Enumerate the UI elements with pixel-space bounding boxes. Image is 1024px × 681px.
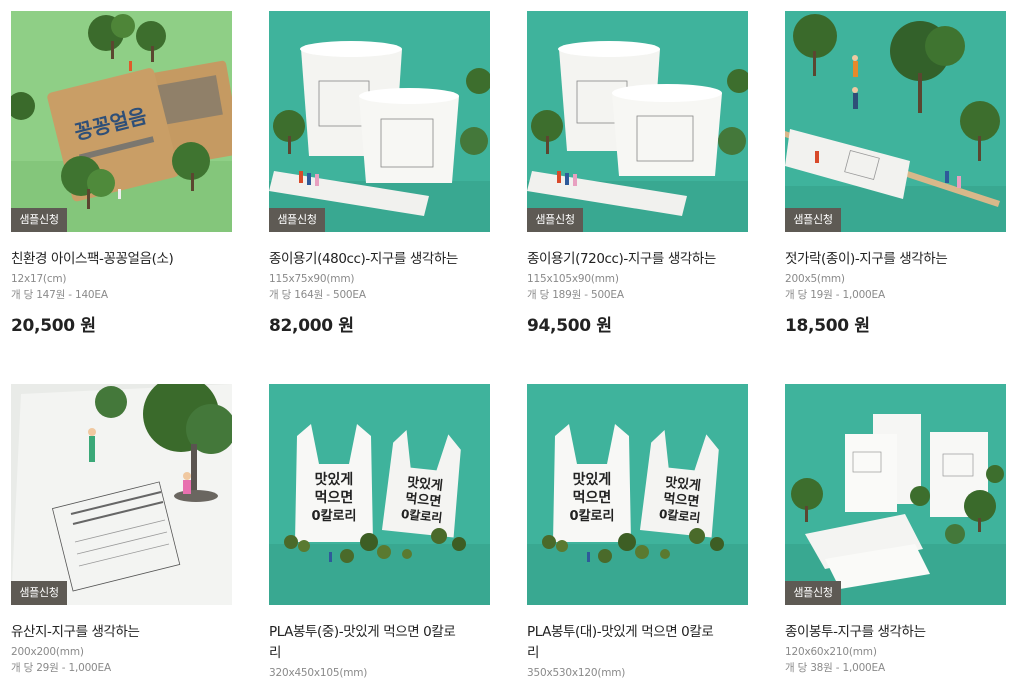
product-size: 115x75x90(mm)	[269, 273, 355, 285]
product-name[interactable]: 유산지-지구를 생각하는	[11, 622, 232, 643]
product-name[interactable]: 젓가락(종이)-지구를 생각하는	[785, 249, 1006, 270]
product-unit-price: 개 당 38원 - 1,000EA	[785, 662, 885, 674]
bag-text-line: 맛있게	[315, 471, 354, 488]
bag-text-line: 맛있게	[573, 471, 612, 488]
product-name[interactable]: 종이용기(720cc)-지구를 생각하는	[527, 249, 748, 270]
product-image[interactable]: 샘플신청	[785, 384, 1006, 605]
product-unit-price: 개 당 164원 - 500EA	[269, 289, 366, 301]
product-name[interactable]: 종이용기(480cc)-지구를 생각하는	[269, 249, 490, 270]
product-size: 12x17(cm)	[11, 273, 67, 285]
sample-request-badge[interactable]: 샘플신청	[11, 581, 67, 605]
product-size: 120x60x210(mm)	[785, 646, 877, 658]
product-name-line: PLA봉투(대)-맛있게 먹으면 0칼로	[527, 624, 714, 640]
product-unit-price: 개 당 19원 - 1,000EA	[785, 289, 885, 301]
bag-text-line: 먹으면	[315, 489, 354, 506]
product-unit-price: 개 당 189원 - 500EA	[527, 289, 624, 301]
product-card[interactable]: 종이용기(480cc)-지구를 생각하는 115x75x90(mm) 개 당 1…	[269, 11, 490, 336]
product-price: 18,500 원	[785, 316, 870, 336]
product-card[interactable]: 맛있게 먹으면 0칼로리 맛있게 먹으면 0칼로리 PLA봉투(중)-맛있게 먹…	[269, 384, 490, 681]
product-price: 82,000 원	[269, 316, 354, 336]
product-card[interactable]: 맛있게 먹으면 0칼로리 맛있게 먹으면 0칼로리 PLA봉투(대)-맛있게 먹…	[527, 384, 748, 681]
sample-request-badge[interactable]: 샘플신청	[785, 581, 841, 605]
sample-request-badge[interactable]: 샘플신청	[785, 208, 841, 232]
bag-text-line: 먹으면	[573, 489, 612, 506]
product-price: 94,500 원	[527, 316, 612, 336]
product-image[interactable]	[527, 11, 748, 232]
product-image[interactable]: 꽁꽁얼음 샘플신청	[11, 11, 232, 232]
product-card[interactable]: 꽁꽁얼음 샘플신청 친환경 아이스팩-꽁꽁얼음(소) 12x17(cm) 개 당…	[11, 11, 232, 336]
bag-text-line: 0칼로리	[312, 508, 357, 524]
product-name-line: PLA봉투(중)-맛있게 먹으면 0칼로	[269, 624, 456, 640]
product-name-line: 리	[269, 645, 282, 661]
product-price: 20,500 원	[11, 316, 96, 336]
product-size: 115x105x90(mm)	[527, 273, 619, 285]
product-name[interactable]: PLA봉투(대)-맛있게 먹으면 0칼로 리	[527, 622, 748, 664]
product-name[interactable]: 친환경 아이스팩-꽁꽁얼음(소)	[11, 249, 232, 270]
product-name[interactable]: 종이봉투-지구를 생각하는	[785, 622, 1006, 643]
product-name-line: 리	[527, 645, 540, 661]
product-image[interactable]: 맛있게 먹으면 0칼로리 맛있게 먹으면 0칼로리	[527, 384, 748, 605]
product-card[interactable]: 샘플신청 유산지-지구를 생각하는 200x200(mm) 개 당 29원 - …	[11, 384, 232, 676]
product-size: 200x5(mm)	[785, 273, 845, 285]
bag-text-line: 0칼로리	[570, 508, 615, 524]
product-image[interactable]	[269, 11, 490, 232]
sample-request-badge[interactable]: 샘플신청	[11, 208, 67, 232]
product-card[interactable]: 종이용기(720cc)-지구를 생각하는 115x105x90(mm) 개 당 …	[527, 11, 748, 336]
product-size: 320x450x105(mm)	[269, 667, 368, 679]
product-card[interactable]: 샘플신청 종이봉투-지구를 생각하는 120x60x210(mm) 개 당 38…	[785, 384, 1006, 676]
product-image[interactable]: 맛있게 먹으면 0칼로리 맛있게 먹으면 0칼로리	[269, 384, 490, 605]
product-image[interactable]: 샘플신청	[11, 384, 232, 605]
product-card[interactable]: 샘플신청 젓가락(종이)-지구를 생각하는 200x5(mm) 개 당 19원 …	[785, 11, 1006, 336]
product-image[interactable]: 샘플신청	[785, 11, 1006, 232]
product-size: 200x200(mm)	[11, 646, 84, 658]
sample-request-badge[interactable]: 샘플신청	[527, 208, 583, 232]
product-size: 350x530x120(mm)	[527, 667, 626, 679]
product-name[interactable]: PLA봉투(중)-맛있게 먹으면 0칼로 리	[269, 622, 490, 664]
product-unit-price: 개 당 29원 - 1,000EA	[11, 662, 111, 674]
product-unit-price: 개 당 147원 - 140EA	[11, 289, 108, 301]
sample-request-badge[interactable]: 샘플신청	[269, 208, 325, 232]
